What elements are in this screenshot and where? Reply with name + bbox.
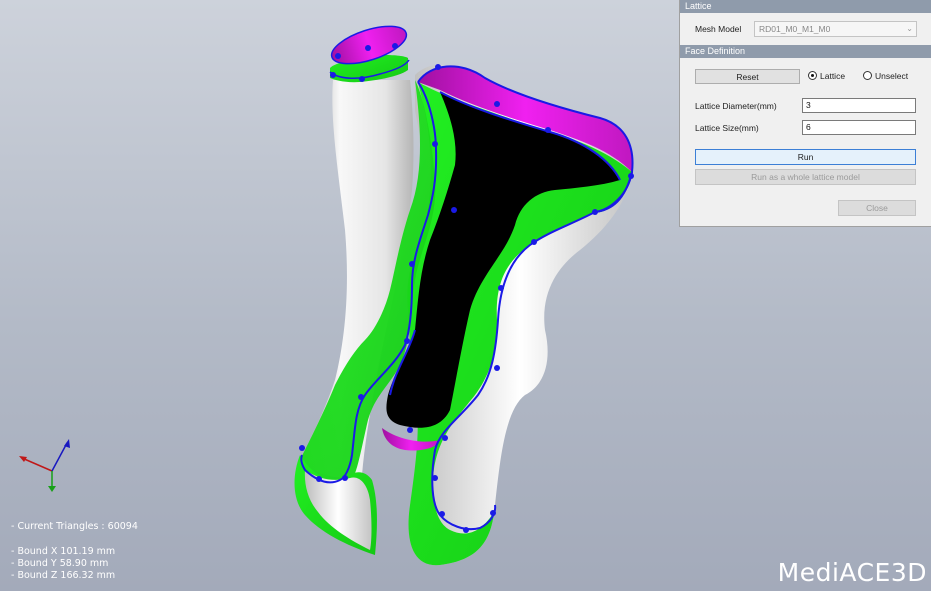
face-definition-header: Face Definition bbox=[680, 45, 931, 58]
bound-z: - Bound Z 166.32 mm bbox=[11, 570, 116, 581]
triangle-count: - Current Triangles : 60094 bbox=[11, 521, 138, 532]
panel-title: Lattice bbox=[680, 0, 931, 13]
lattice-radio-label[interactable]: Lattice bbox=[820, 71, 845, 81]
mesh-model-select[interactable]: RD01_M0_M1_M0 ⌄ bbox=[754, 21, 917, 37]
lattice-diameter-label: Lattice Diameter(mm) bbox=[695, 101, 777, 111]
unselect-radio[interactable] bbox=[863, 71, 872, 80]
run-button[interactable]: Run bbox=[695, 149, 916, 165]
bound-x: - Bound X 101.19 mm bbox=[11, 546, 116, 557]
lattice-diameter-input[interactable]: 3 bbox=[802, 98, 916, 113]
lattice-radio[interactable] bbox=[808, 71, 817, 80]
lattice-panel: Lattice Mesh Model RD01_M0_M1_M0 ⌄ Face … bbox=[679, 0, 931, 227]
reset-button[interactable]: Reset bbox=[695, 69, 800, 84]
lattice-size-label: Lattice Size(mm) bbox=[695, 123, 759, 133]
close-button[interactable]: Close bbox=[838, 200, 916, 216]
bound-y: - Bound Y 58.90 mm bbox=[11, 558, 109, 569]
run-whole-lattice-button[interactable]: Run as a whole lattice model bbox=[695, 169, 916, 185]
mesh-model-value: RD01_M0_M1_M0 bbox=[759, 24, 831, 34]
dropdown-arrow-icon: ⌄ bbox=[906, 24, 913, 33]
brand-logo: MediACE3D bbox=[777, 558, 927, 587]
axis-triad-icon bbox=[19, 439, 70, 492]
unselect-radio-label[interactable]: Unselect bbox=[875, 71, 908, 81]
lattice-size-input[interactable]: 6 bbox=[802, 120, 916, 135]
mesh-model-label: Mesh Model bbox=[695, 24, 742, 34]
